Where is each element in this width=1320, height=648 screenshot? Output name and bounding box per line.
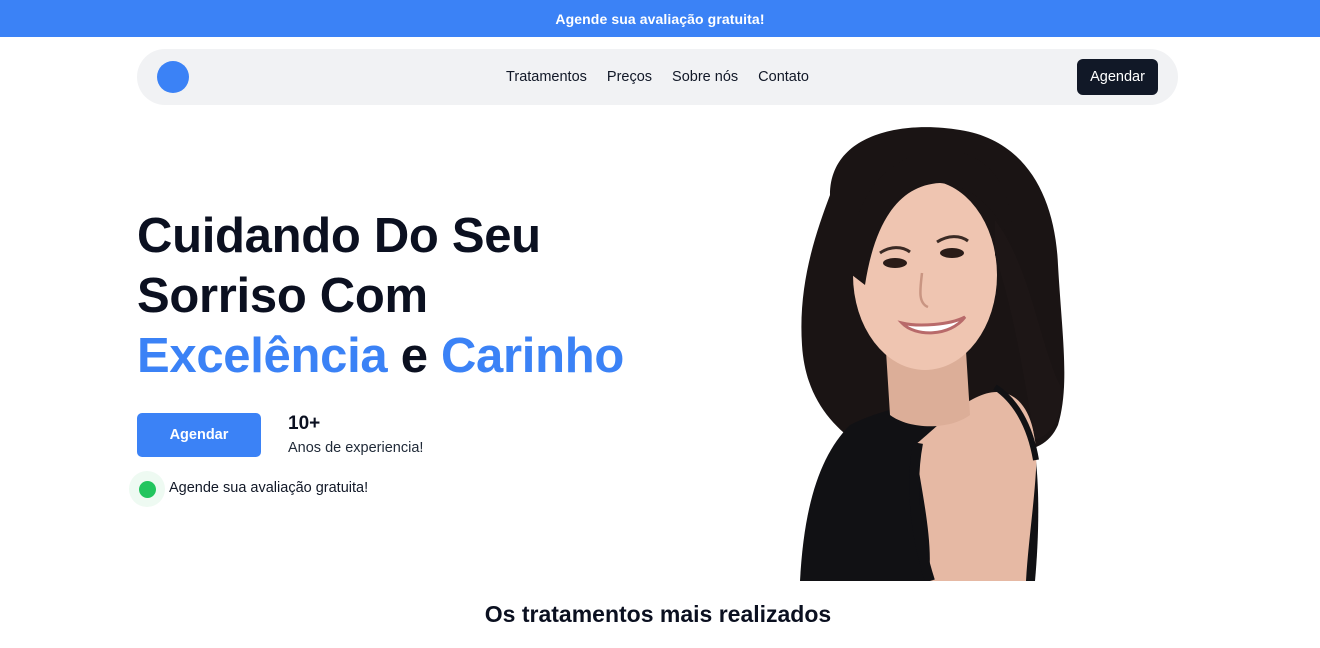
headline-accent-carinho: Carinho xyxy=(440,329,624,383)
section-title-treatments: Os tratamentos mais realizados xyxy=(484,601,832,627)
experience-stat-label: Anos de experiencia! xyxy=(288,440,424,456)
headline-connector: e xyxy=(400,329,428,383)
nav-link-tratamentos[interactable]: Tratamentos xyxy=(506,69,587,85)
nav-link-precos[interactable]: Preços xyxy=(607,69,652,85)
hero-headline: Cuidando Do Seu Sorriso Com Excelência e… xyxy=(137,206,697,386)
nav-links: Tratamentos Preços Sobre nós Contato xyxy=(137,49,1178,105)
logo[interactable] xyxy=(157,61,189,93)
navbar: Tratamentos Preços Sobre nós Contato Age… xyxy=(137,49,1178,105)
headline-line2: Sorriso Com xyxy=(137,269,428,323)
green-dot-icon xyxy=(138,480,156,498)
announcement-bar: Agende sua avaliação gratuita! xyxy=(0,0,1320,37)
status-indicator xyxy=(129,471,165,507)
hero-agendar-button[interactable]: Agendar xyxy=(137,413,261,457)
hero-portrait-image xyxy=(800,127,1065,581)
nav-link-sobre-nos[interactable]: Sobre nós xyxy=(672,69,738,85)
nav-link-contato[interactable]: Contato xyxy=(758,69,809,85)
nav-agendar-button[interactable]: Agendar xyxy=(1077,59,1158,95)
headline-accent-excelencia: Excelência xyxy=(137,329,388,383)
announcement-text: Agende sua avaliação gratuita! xyxy=(555,10,765,27)
headline-line1: Cuidando Do Seu xyxy=(137,209,541,263)
experience-stat-value: 10+ xyxy=(288,413,321,434)
free-evaluation-note: Agende sua avaliação gratuita! xyxy=(169,480,369,496)
